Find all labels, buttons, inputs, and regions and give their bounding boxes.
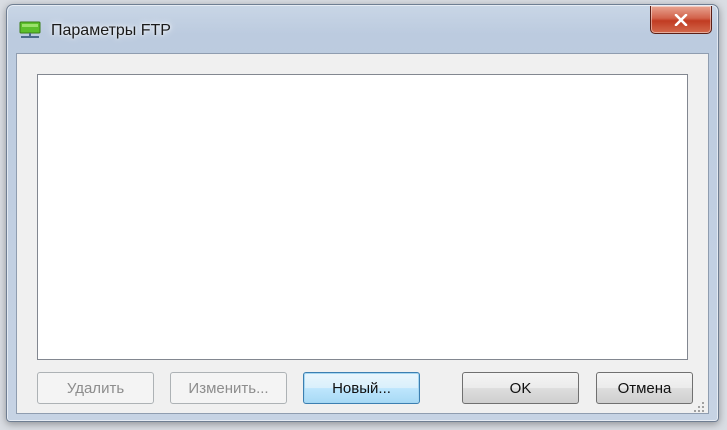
cancel-button[interactable]: Отмена: [596, 372, 693, 404]
close-icon: [674, 13, 688, 26]
delete-button[interactable]: Удалить: [37, 372, 154, 404]
title-bar[interactable]: Параметры FTP: [7, 5, 718, 53]
resize-grip-icon[interactable]: [693, 398, 705, 412]
window-title: Параметры FTP: [51, 22, 171, 39]
ok-button[interactable]: OK: [462, 372, 579, 404]
close-button[interactable]: [650, 6, 712, 34]
ftp-settings-dialog: Параметры FTP Удалить Изменить... Новый.…: [6, 4, 719, 422]
dialog-body: Удалить Изменить... Новый... OK Отмена: [16, 53, 709, 414]
network-drive-icon: [19, 21, 41, 39]
ftp-sites-list[interactable]: [37, 74, 688, 360]
new-button[interactable]: Новый...: [303, 372, 420, 404]
edit-button[interactable]: Изменить...: [170, 372, 287, 404]
